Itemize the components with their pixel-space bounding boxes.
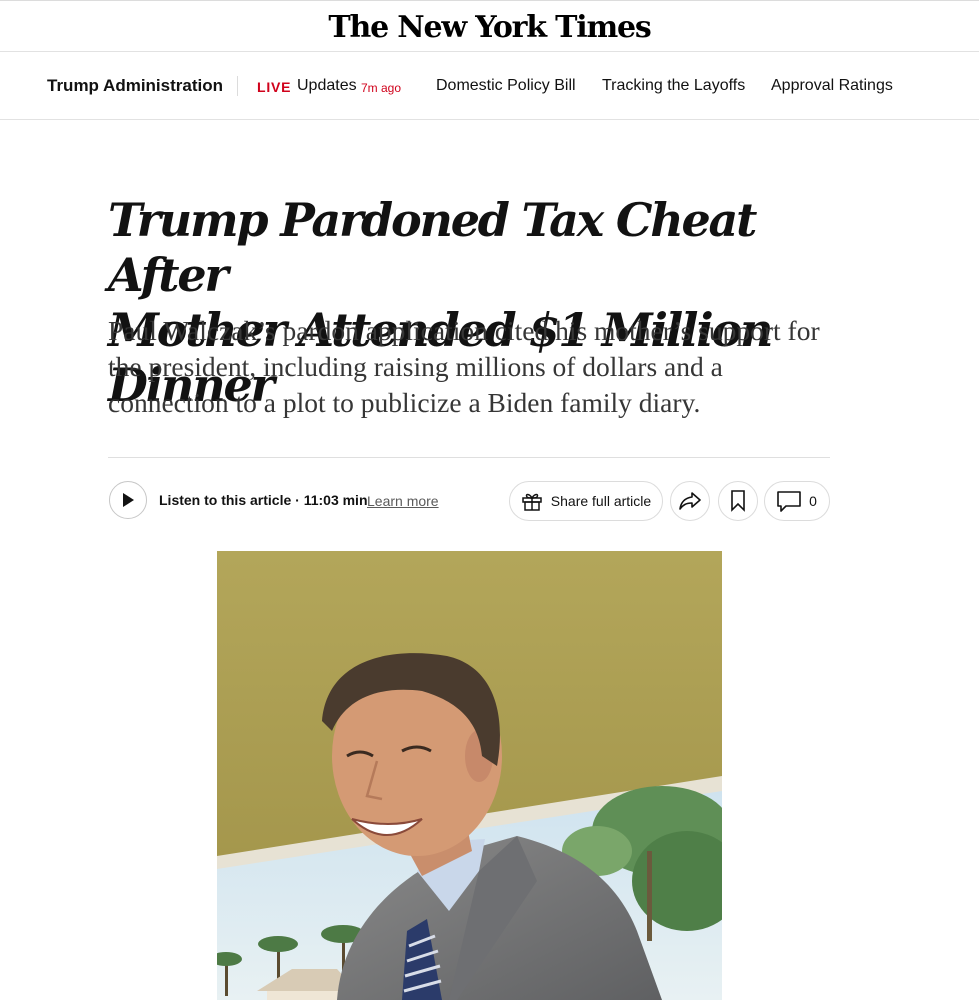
nav-link-approval-ratings[interactable]: Approval Ratings xyxy=(771,77,893,95)
play-audio-button[interactable] xyxy=(109,481,147,519)
bookmark-button[interactable] xyxy=(718,481,758,521)
nav-divider xyxy=(237,76,238,96)
nav-link-tracking-layoffs[interactable]: Tracking the Layoffs xyxy=(602,77,745,95)
share-full-article-button[interactable]: Share full article xyxy=(509,481,663,521)
section-nav: Trump Administration LIVE Updates 7m ago… xyxy=(0,52,979,120)
headline-line-1: Trump Pardoned Tax Cheat After xyxy=(108,193,757,302)
learn-more-link[interactable]: Learn more xyxy=(367,493,439,509)
comment-count: 0 xyxy=(809,493,817,509)
share-full-article-label: Share full article xyxy=(550,493,652,509)
live-updates-timestamp: 7m ago xyxy=(361,81,402,95)
lead-photo xyxy=(217,551,722,1000)
comments-button[interactable]: 0 xyxy=(764,481,830,521)
bookmark-icon xyxy=(731,490,745,512)
share-arrow-icon xyxy=(679,492,701,510)
live-updates-link[interactable]: Updates xyxy=(297,77,357,95)
gift-icon xyxy=(522,493,542,511)
section-name-link[interactable]: Trump Administration xyxy=(47,76,223,96)
live-label[interactable]: LIVE xyxy=(257,79,291,95)
masthead: The New York Times xyxy=(0,0,979,52)
listen-to-article-label: Listen to this article · 11:03 min xyxy=(159,492,368,508)
comment-icon xyxy=(777,491,801,512)
share-button[interactable] xyxy=(670,481,710,521)
article-summary: Paul Walczak’s pardon application cited … xyxy=(108,315,820,418)
divider-rule xyxy=(108,457,830,458)
nav-link-domestic-policy-bill[interactable]: Domestic Policy Bill xyxy=(436,77,576,95)
play-icon xyxy=(123,493,134,507)
photo-illustration xyxy=(217,551,722,1000)
nyt-logo[interactable]: The New York Times xyxy=(328,10,651,45)
